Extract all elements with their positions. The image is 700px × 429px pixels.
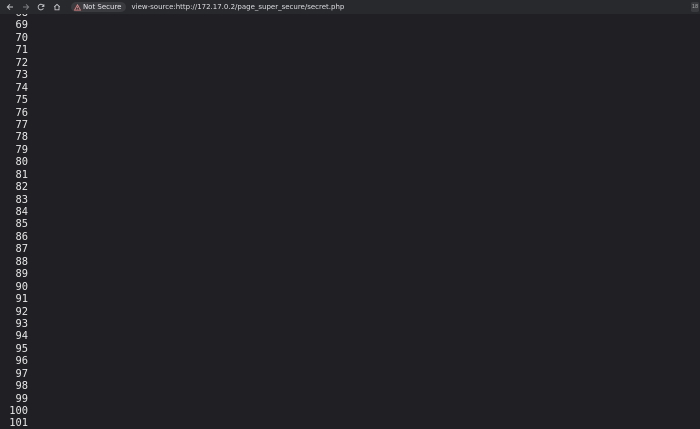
address-bar[interactable]: Not Secure view-source:http://172.17.0.2… xyxy=(70,1,700,13)
line-number: 72 xyxy=(15,56,28,69)
source-line: 80 xyxy=(0,156,700,168)
line-number: 77 xyxy=(15,118,28,131)
line-number: 90 xyxy=(15,280,28,293)
source-line: 90 xyxy=(0,281,700,293)
line-number: 95 xyxy=(15,342,28,355)
line-number: 78 xyxy=(15,131,28,144)
not-secure-warning-icon xyxy=(73,3,81,11)
source-line: 70 xyxy=(0,32,700,44)
source-lines: 6869707172737475767778798081828384858687… xyxy=(0,14,700,429)
source-line: 98 xyxy=(0,380,700,392)
source-line: 99 xyxy=(0,393,700,405)
source-line: 94 xyxy=(0,330,700,342)
source-line: 74 xyxy=(0,82,700,94)
line-number: 85 xyxy=(15,218,28,231)
extension-badge-icon[interactable]: 18 xyxy=(691,2,699,12)
line-number: 84 xyxy=(15,206,28,218)
line-number: 97 xyxy=(15,367,28,380)
line-number: 71 xyxy=(15,44,28,57)
reload-button[interactable] xyxy=(33,0,49,14)
line-number: 91 xyxy=(15,293,28,306)
source-line: 93 xyxy=(0,318,700,330)
line-number: 92 xyxy=(15,305,28,318)
line-number: 74 xyxy=(15,81,28,94)
line-number: 70 xyxy=(15,31,28,44)
reload-icon xyxy=(38,3,45,11)
browser-toolbar: Not Secure view-source:http://172.17.0.2… xyxy=(0,0,700,14)
source-line: 85 xyxy=(0,218,700,230)
home-button[interactable] xyxy=(49,0,65,14)
source-line: 86 xyxy=(0,231,700,243)
source-line: 101 xyxy=(0,417,700,429)
line-number: 100 xyxy=(9,405,28,417)
source-line: 89 xyxy=(0,268,700,280)
line-number: 81 xyxy=(15,168,28,181)
source-line: 77 xyxy=(0,119,700,131)
line-number: 99 xyxy=(15,392,28,405)
security-label: Not Secure xyxy=(82,3,122,11)
source-line: 92 xyxy=(0,306,700,318)
line-number: 89 xyxy=(15,268,28,281)
line-number: 83 xyxy=(15,193,28,206)
source-line: 96 xyxy=(0,355,700,367)
forward-button[interactable] xyxy=(18,0,34,14)
source-line: 88 xyxy=(0,256,700,268)
source-line: 75 xyxy=(0,94,700,106)
line-number: 88 xyxy=(15,255,28,268)
source-line: 82 xyxy=(0,181,700,193)
line-number: 93 xyxy=(15,317,28,330)
line-number: 75 xyxy=(15,94,28,107)
source-line: 83 xyxy=(0,194,700,206)
source-line: 97 xyxy=(0,368,700,380)
browser-window: Not Secure view-source:http://172.17.0.2… xyxy=(0,0,700,429)
source-view: 6869707172737475767778798081828384858687… xyxy=(0,14,700,429)
line-number: 82 xyxy=(15,181,28,194)
line-number: 76 xyxy=(15,106,28,119)
source-line: 79 xyxy=(0,144,700,156)
line-number: 87 xyxy=(15,243,28,256)
source-line: 72 xyxy=(0,57,700,69)
line-number: 94 xyxy=(15,330,28,343)
source-line: 84 xyxy=(0,206,700,218)
line-number: 79 xyxy=(15,143,28,156)
line-number: 80 xyxy=(15,156,28,169)
source-line: 69 xyxy=(0,19,700,31)
source-line: 73 xyxy=(0,69,700,81)
source-line: 87 xyxy=(0,243,700,255)
source-line: 78 xyxy=(0,131,700,143)
back-arrow-icon xyxy=(6,3,13,11)
source-line: 100 xyxy=(0,405,700,417)
url-text: view-source:http://172.17.0.2/page_super… xyxy=(131,3,345,11)
line-number: 86 xyxy=(15,230,28,243)
line-number: 69 xyxy=(15,19,28,32)
line-number: 96 xyxy=(15,355,28,368)
home-icon xyxy=(53,3,61,11)
line-number: 101 xyxy=(9,417,28,429)
line-number: 98 xyxy=(15,380,28,393)
line-number: 73 xyxy=(15,69,28,82)
source-line: 71 xyxy=(0,44,700,56)
security-indicator[interactable]: Not Secure xyxy=(70,2,126,12)
back-button[interactable] xyxy=(2,0,18,14)
source-line: 76 xyxy=(0,107,700,119)
source-line: 91 xyxy=(0,293,700,305)
source-line: 95 xyxy=(0,343,700,355)
forward-arrow-icon xyxy=(22,3,29,11)
source-line: 81 xyxy=(0,169,700,181)
